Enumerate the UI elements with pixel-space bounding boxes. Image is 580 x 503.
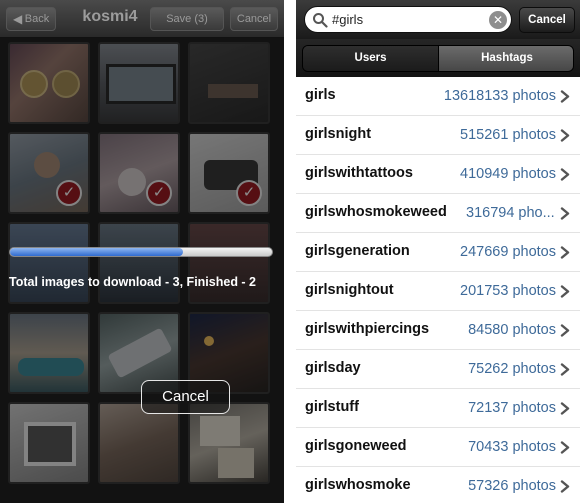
hashtag-name: girlswithpiercings (305, 321, 430, 337)
list-item[interactable]: girlswithtattoos 410949 photos (296, 155, 580, 194)
tab-users[interactable]: Users (303, 46, 439, 71)
photo-count: 201753 photos (460, 283, 556, 299)
hashtag-results-list: girls 13618133 photos girlsnight 515261 pho… (296, 77, 580, 503)
list-item[interactable]: girls 13618133 photos (296, 77, 580, 116)
list-item[interactable]: girlsnightout 201753 photos (296, 272, 580, 311)
chevron-right-icon (560, 363, 570, 376)
hashtag-name: girlswithtattoos (305, 165, 413, 181)
navigation-bar: ◀ Back kosmi4 Save (3) Cancel (0, 0, 284, 38)
photo-count: 57326 photos (468, 478, 556, 494)
hashtag-name: girlswhosmoke (305, 477, 411, 493)
chevron-right-icon (560, 129, 570, 142)
chevron-right-icon (560, 441, 570, 454)
photo-count: 410949 photos (460, 166, 556, 182)
photo-count: 247669 photos (460, 244, 556, 260)
download-overlay (0, 38, 284, 503)
search-cancel-button[interactable]: Cancel (519, 7, 575, 33)
photo-count: 75262 photos (468, 361, 556, 377)
search-input[interactable]: #girls ✕ (304, 6, 512, 33)
save-button[interactable]: Save (3) (150, 7, 224, 31)
list-item[interactable]: girlstuff 72137 photos (296, 389, 580, 428)
search-query-text: #girls (332, 12, 364, 27)
chevron-right-icon (560, 324, 570, 337)
hashtag-name: girlstuff (305, 399, 359, 415)
segmented-control-bar: Users Hashtags (296, 39, 580, 77)
list-item[interactable]: girlsday 75262 photos (296, 350, 580, 389)
cancel-download-button[interactable]: Cancel (141, 380, 230, 414)
list-item[interactable]: girlswhosmoke 57326 photos (296, 467, 580, 503)
page-title: kosmi4 (82, 8, 138, 25)
hashtag-name: girlsgeneration (305, 243, 410, 259)
back-button-label: Back (24, 13, 50, 25)
photo-count: 13618133 photos (443, 88, 556, 104)
hashtag-name: girlsgoneweed (305, 438, 407, 454)
chevron-right-icon (560, 480, 570, 493)
list-item[interactable]: girlsgoneweed 70433 photos (296, 428, 580, 467)
hashtag-name: girlsnightout (305, 282, 394, 298)
divider (284, 0, 296, 503)
chevron-right-icon (560, 207, 570, 220)
back-arrow-icon: ◀ (13, 12, 23, 26)
chevron-right-icon (560, 402, 570, 415)
tab-hashtags[interactable]: Hashtags (439, 46, 573, 71)
hashtag-name: girlswhosmokeweed (305, 204, 447, 220)
list-item[interactable]: girlswhosmokeweed 316794 pho... (296, 194, 580, 233)
photo-count: 72137 photos (468, 400, 556, 416)
chevron-right-icon (560, 90, 570, 103)
photo-count: 70433 photos (468, 439, 556, 455)
clear-icon[interactable]: ✕ (489, 11, 507, 29)
photo-count: 515261 photos (460, 127, 556, 143)
right-phone-screen: #girls ✕ Cancel Users Hashtags girls 1361… (296, 0, 580, 503)
chevron-right-icon (560, 168, 570, 181)
photo-count: 316794 pho... (466, 205, 555, 221)
hashtag-name: girls (305, 87, 336, 103)
cancel-button[interactable]: Cancel (230, 7, 278, 31)
search-icon (313, 13, 328, 28)
list-item[interactable]: girlsgeneration 247669 photos (296, 233, 580, 272)
download-progress-fill (10, 248, 183, 256)
segmented-control: Users Hashtags (302, 45, 574, 72)
hashtag-name: girlsday (305, 360, 361, 376)
list-item[interactable]: girlswithpiercings 84580 photos (296, 311, 580, 350)
chevron-right-icon (560, 246, 570, 259)
left-phone-screen: ◀ Back kosmi4 Save (3) Cancel ✓ ✓ ✓ Tota… (0, 0, 284, 503)
back-button[interactable]: ◀ Back (6, 7, 56, 31)
download-progress-bar (9, 247, 273, 257)
photo-count: 84580 photos (468, 322, 556, 338)
search-bar: #girls ✕ Cancel (296, 0, 580, 39)
chevron-right-icon (560, 285, 570, 298)
download-status-text: Total images to download - 3, Finished -… (9, 275, 257, 289)
hashtag-name: girlsnight (305, 126, 372, 142)
list-item[interactable]: girlsnight 515261 photos (296, 116, 580, 155)
